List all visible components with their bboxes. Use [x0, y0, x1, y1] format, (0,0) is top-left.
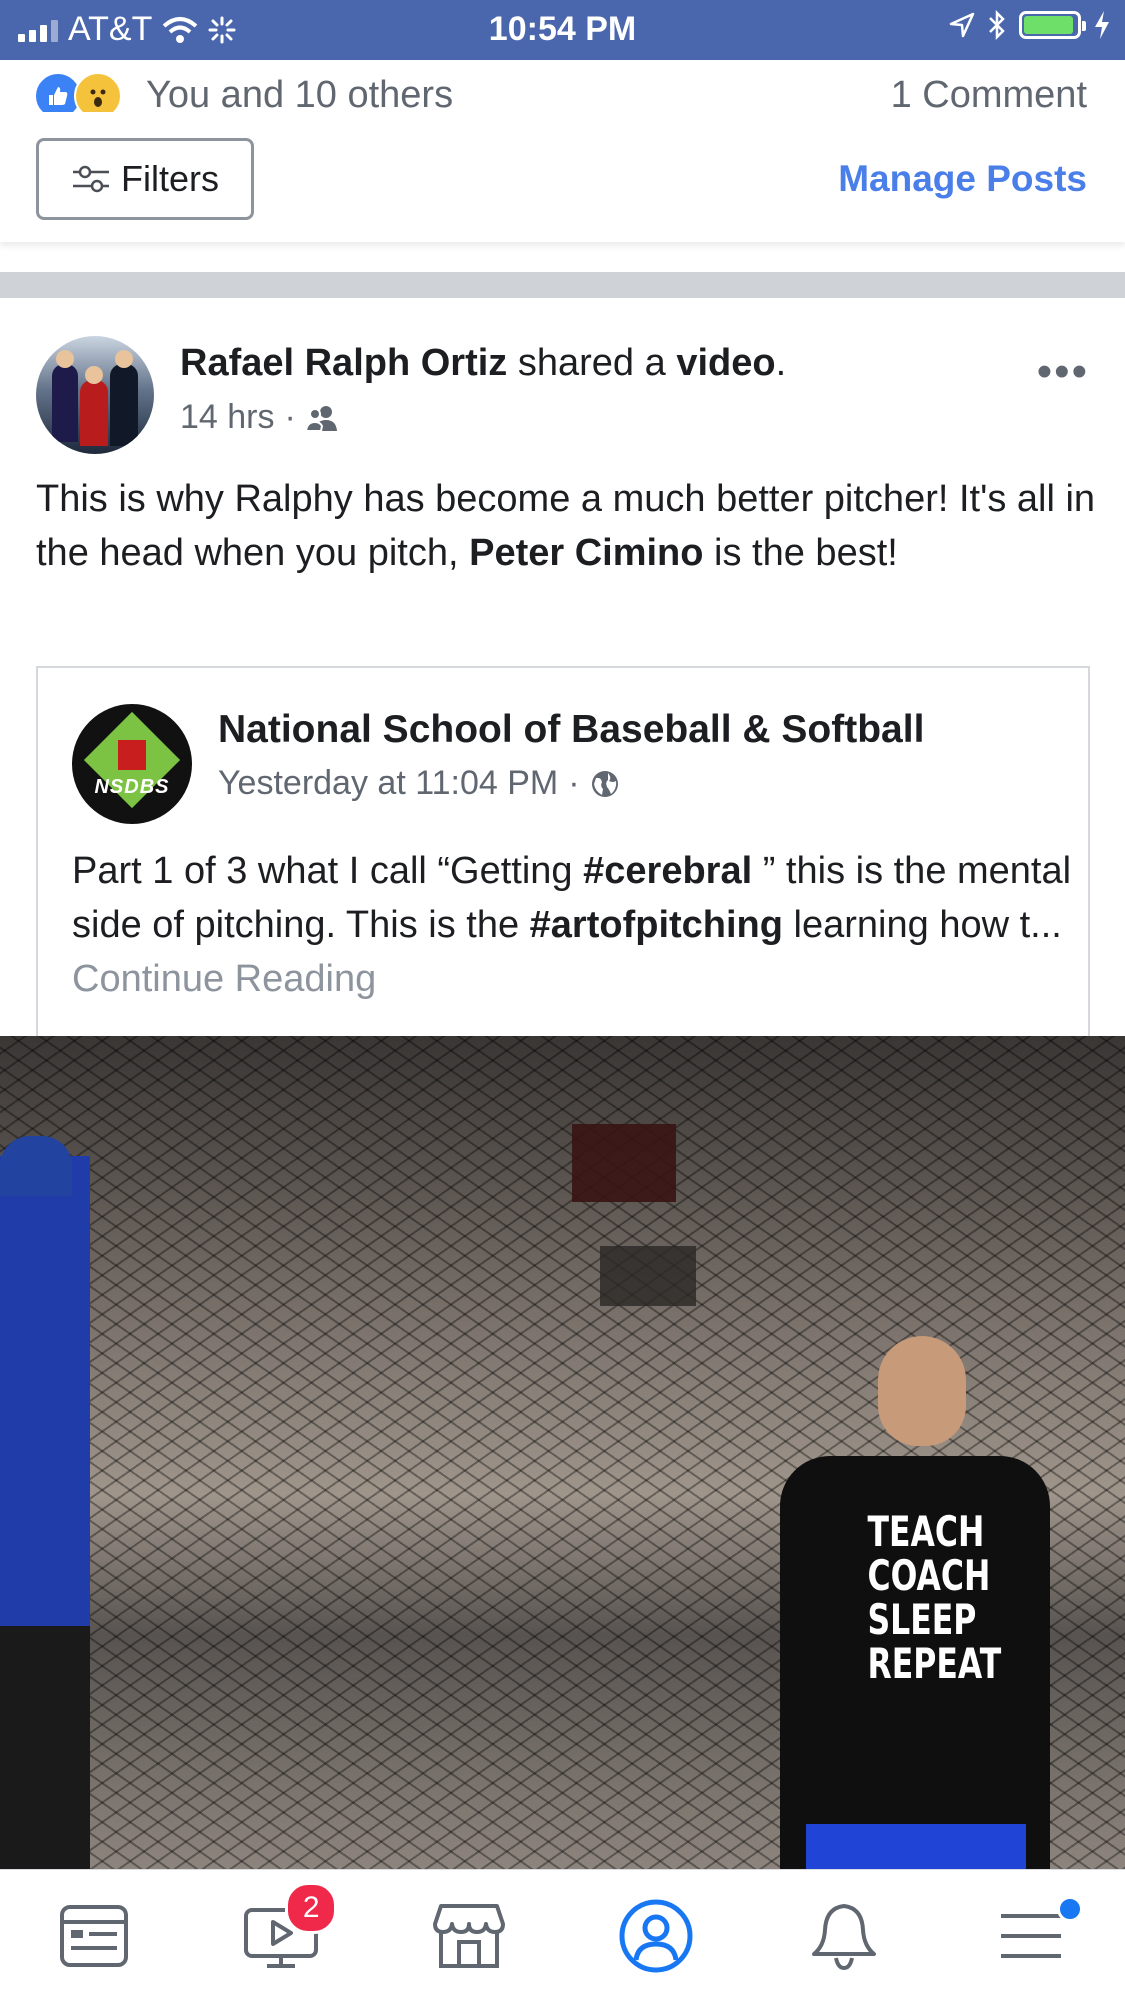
hashtag-cerebral[interactable]: #cerebral [583, 850, 752, 892]
more-options-button[interactable]: ••• [1037, 350, 1089, 394]
shared-video-link[interactable]: video [676, 342, 775, 384]
tab-marketplace[interactable] [409, 1886, 529, 1986]
video-coach [878, 1336, 966, 1446]
charging-icon [1095, 11, 1109, 39]
tab-news-feed[interactable] [34, 1886, 154, 1986]
tab-notifications[interactable] [784, 1886, 904, 1986]
bell-icon [811, 1904, 876, 1971]
location-icon [949, 12, 975, 38]
globe-icon [591, 770, 618, 797]
filters-bar: Filters Manage Posts [0, 112, 1125, 242]
marketplace-icon [432, 1904, 505, 1968]
feed-separator [0, 272, 1125, 298]
post-text: This is why Ralphy has become a much bet… [36, 478, 1096, 574]
tab-profile[interactable] [596, 1886, 716, 1986]
shared-post-text: Part 1 of 3 what I call “Getting #cerebr… [72, 850, 1072, 1000]
menu-icon [1001, 1914, 1062, 1958]
bottom-tab-bar: 2 [0, 1869, 1125, 2002]
post-meta: 14 hrs · [180, 398, 340, 437]
menu-notification-dot [1057, 1896, 1084, 1922]
shared-post-time[interactable]: Yesterday at 11:04 PM [218, 764, 558, 803]
status-bar: AT&T 10:54 PM [0, 0, 1125, 60]
shirt-text: TEACH COACH SLEEP REPEAT [867, 1507, 1002, 1688]
author-avatar[interactable] [36, 336, 154, 454]
hashtag-artofpitching[interactable]: #artofpitching [530, 904, 783, 946]
filters-label: Filters [121, 158, 219, 199]
reactions-summary[interactable]: You and 10 others 1 Comment [0, 60, 1125, 120]
reactions-text[interactable]: You and 10 others [146, 74, 453, 117]
video-person-left [0, 1136, 90, 1869]
profile-icon [619, 1899, 693, 1973]
page-logo[interactable]: NSDBS [72, 704, 192, 824]
comments-count[interactable]: 1 Comment [891, 74, 1087, 117]
post-time[interactable]: 14 hrs [180, 398, 275, 437]
mention-link[interactable]: Peter Cimino [469, 532, 703, 574]
bluetooth-icon [989, 10, 1005, 40]
friends-icon [305, 405, 337, 432]
news-feed-icon [59, 1905, 128, 1967]
author-name[interactable]: Rafael Ralph Ortiz [180, 342, 507, 384]
tab-watch[interactable]: 2 [221, 1882, 341, 1986]
shared-post-meta: Yesterday at 11:04 PM · [218, 764, 620, 803]
battery-icon [1019, 11, 1086, 39]
watch-badge: 2 [285, 1882, 338, 1934]
manage-posts-link[interactable]: Manage Posts [838, 158, 1087, 200]
filters-button[interactable]: Filters [36, 138, 254, 220]
sliders-icon [73, 165, 109, 193]
continue-reading-link[interactable]: Continue Reading [72, 958, 376, 1000]
page-name[interactable]: National School of Baseball & Softball [218, 708, 924, 752]
shared-post-card[interactable]: NSDBS National School of Baseball & Soft… [36, 666, 1090, 1036]
tab-menu[interactable] [971, 1886, 1091, 1986]
video-player[interactable]: TEACH COACH SLEEP REPEAT [0, 1036, 1125, 1869]
post-author-line: Rafael Ralph Ortiz shared a video. [180, 342, 787, 384]
